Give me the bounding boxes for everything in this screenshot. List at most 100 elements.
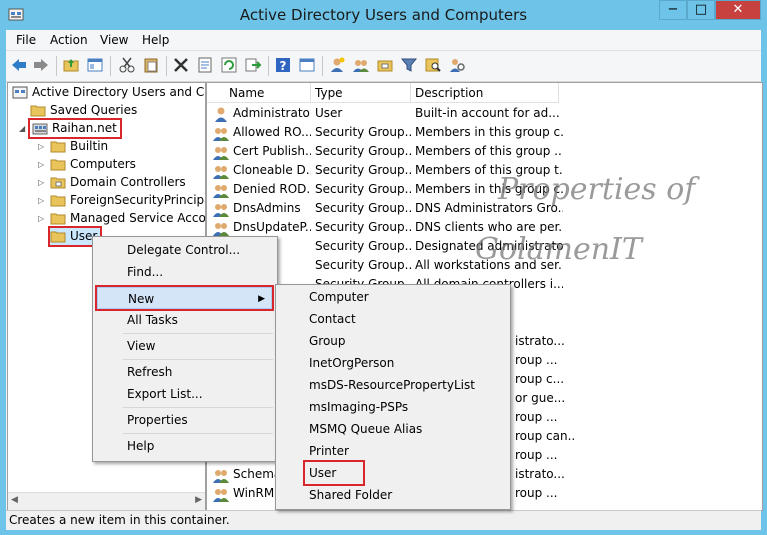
submenu-item-group[interactable]: Group <box>309 330 346 352</box>
column-header-description[interactable]: Description <box>411 83 559 103</box>
menu-help[interactable]: Help <box>142 33 169 47</box>
table-row[interactable]: Administrator User Built-in account for ad… <box>207 104 762 123</box>
scroll-right-icon[interactable]: ▶ <box>195 495 202 505</box>
tree-item-builtin[interactable]: Builtin <box>50 138 108 155</box>
show-tree-icon[interactable] <box>86 56 104 74</box>
expand-icon[interactable]: ▷ <box>38 210 46 227</box>
submenu-item-msimaging-psps[interactable]: msImaging-PSPs <box>309 396 408 418</box>
menu-item-new[interactable]: New ▶ <box>95 285 274 311</box>
scroll-left-icon[interactable]: ◀ <box>11 495 18 505</box>
submenu-item-shared-folder[interactable]: Shared Folder <box>309 484 392 506</box>
tree-item-label: Managed Service Accoun <box>70 211 206 225</box>
toolbar-separator <box>110 56 111 76</box>
folder-icon <box>50 231 66 243</box>
tree-item-domain[interactable]: Raihan.net <box>28 118 122 139</box>
group-icon <box>213 223 229 236</box>
properties-icon[interactable] <box>196 56 214 74</box>
tree-item-domain-controllers[interactable]: Domain Controllers <box>50 174 186 191</box>
table-row[interactable]: DnsUpdateP... Security Group... DNS client… <box>207 218 762 237</box>
tree-item-foreign-security-principals[interactable]: ForeignSecurityPrincipals <box>50 192 206 209</box>
menu-bar: File Action View Help <box>6 30 761 51</box>
submenu-item-computer[interactable]: Computer <box>309 286 369 308</box>
menu-item-refresh[interactable]: Refresh <box>127 361 172 383</box>
table-row[interactable]: Cert Publish... Security Group... Members … <box>207 142 762 161</box>
expand-icon[interactable]: ▷ <box>38 156 46 173</box>
close-button[interactable]: ✕ <box>715 0 761 20</box>
up-folder-icon[interactable] <box>62 56 80 74</box>
submenu-item-printer[interactable]: Printer <box>309 440 349 462</box>
cell-name: Cert Publish... <box>233 144 311 158</box>
group-icon <box>213 166 229 179</box>
tree-item-managed-service-accounts[interactable]: Managed Service Accoun <box>50 210 206 227</box>
cell-description: Members of this group t... <box>415 163 563 177</box>
refresh-icon[interactable] <box>220 56 238 74</box>
delegate-icon[interactable] <box>448 56 466 74</box>
menu-item-all-tasks-label: All Tasks <box>127 313 178 327</box>
new-group-icon[interactable] <box>352 56 370 74</box>
group-icon <box>213 147 229 160</box>
menu-file[interactable]: File <box>16 33 36 47</box>
console-icon[interactable] <box>298 56 316 74</box>
title-bar[interactable]: Active Directory Users and Computers − □… <box>0 0 767 30</box>
export-icon[interactable] <box>244 56 262 74</box>
help-icon[interactable]: ? <box>274 56 292 74</box>
submenu-item-inetorgperson[interactable]: InetOrgPerson <box>309 352 394 374</box>
tree-root[interactable]: Active Directory Users and Com <box>10 84 206 101</box>
tree-root-label: Active Directory Users and Com <box>32 85 206 99</box>
column-header-name[interactable]: Name <box>207 83 311 103</box>
filter-icon[interactable] <box>400 56 418 74</box>
cell-type: Security Group... <box>315 258 411 272</box>
app-window: Active Directory Users and Computers − □… <box>0 0 767 535</box>
submenu-item-user[interactable]: User <box>303 460 365 486</box>
delete-icon[interactable] <box>172 56 190 74</box>
menu-item-view[interactable]: View ▶ <box>97 335 302 357</box>
menu-item-properties[interactable]: Properties <box>127 409 188 431</box>
submenu-item-contact[interactable]: Contact <box>309 308 356 330</box>
menu-view[interactable]: View <box>100 33 128 47</box>
cut-icon[interactable] <box>118 56 136 74</box>
cell-type: User <box>315 106 343 120</box>
table-row[interactable]: DnsAdmins Security Group... DNS Administra… <box>207 199 762 218</box>
menu-action[interactable]: Action <box>50 33 88 47</box>
toolbar-separator <box>166 56 167 76</box>
table-row[interactable]: ...Co...Security Group...All workstation… <box>207 256 762 275</box>
tree-item-saved-queries[interactable]: Saved Queries <box>30 102 137 119</box>
submenu-item-msmq-queue-alias[interactable]: MSMQ Queue Alias <box>309 418 422 440</box>
minimize-button[interactable]: − <box>659 0 687 20</box>
maximize-button[interactable]: □ <box>687 0 715 20</box>
table-row[interactable]: Cloneable D... Security Group... Members o… <box>207 161 762 180</box>
paste-icon[interactable] <box>142 56 160 74</box>
back-icon[interactable] <box>10 56 28 74</box>
menu-item-export-list[interactable]: Export List... <box>127 383 203 405</box>
cell-description: roup ... <box>515 410 558 424</box>
table-row[interactable]: Denied ROD... Security Group... Members in… <box>207 180 762 199</box>
new-ou-icon[interactable] <box>376 56 394 74</box>
menu-item-help[interactable]: Help <box>127 435 154 457</box>
cell-name: DnsAdmins <box>233 201 301 215</box>
table-row[interactable]: ...d...Security Group...Designated admin… <box>207 237 762 256</box>
menu-separator <box>123 359 273 360</box>
expand-icon[interactable]: ▷ <box>38 138 46 155</box>
status-text: Creates a new item in this container. <box>9 513 230 527</box>
menu-item-find[interactable]: Find... <box>127 261 163 283</box>
tree-item-label: ForeignSecurityPrincipals <box>70 193 206 207</box>
menu-item-delegate-control[interactable]: Delegate Control... <box>127 239 240 261</box>
tree-item-computers[interactable]: Computers <box>50 156 136 173</box>
column-header-type[interactable]: Type <box>311 83 411 103</box>
cell-description: Members in this group c... <box>415 125 563 139</box>
find-icon[interactable] <box>424 56 442 74</box>
collapse-icon[interactable]: ◢ <box>19 120 27 137</box>
forward-icon[interactable] <box>32 56 50 74</box>
menu-item-all-tasks[interactable]: All Tasks ▶ <box>97 309 302 331</box>
tree-horizontal-scrollbar[interactable]: ◀ ▶ <box>8 492 205 510</box>
context-menu: Delegate Control... Find... New ▶ All Ta… <box>92 236 296 462</box>
menu-separator <box>123 285 273 286</box>
submenu-item-msds-resourcepropertylist[interactable]: msDS-ResourcePropertyList <box>309 374 475 396</box>
folder-icon <box>50 159 66 171</box>
expand-icon[interactable]: ▷ <box>38 174 46 191</box>
cell-type: Security Group... <box>315 201 411 215</box>
expand-icon[interactable]: ▷ <box>38 192 46 209</box>
new-user-icon[interactable] <box>328 56 346 74</box>
cell-description: DNS Administrators Gro... <box>415 201 563 215</box>
table-row[interactable]: Allowed RO... Security Group... Members in… <box>207 123 762 142</box>
